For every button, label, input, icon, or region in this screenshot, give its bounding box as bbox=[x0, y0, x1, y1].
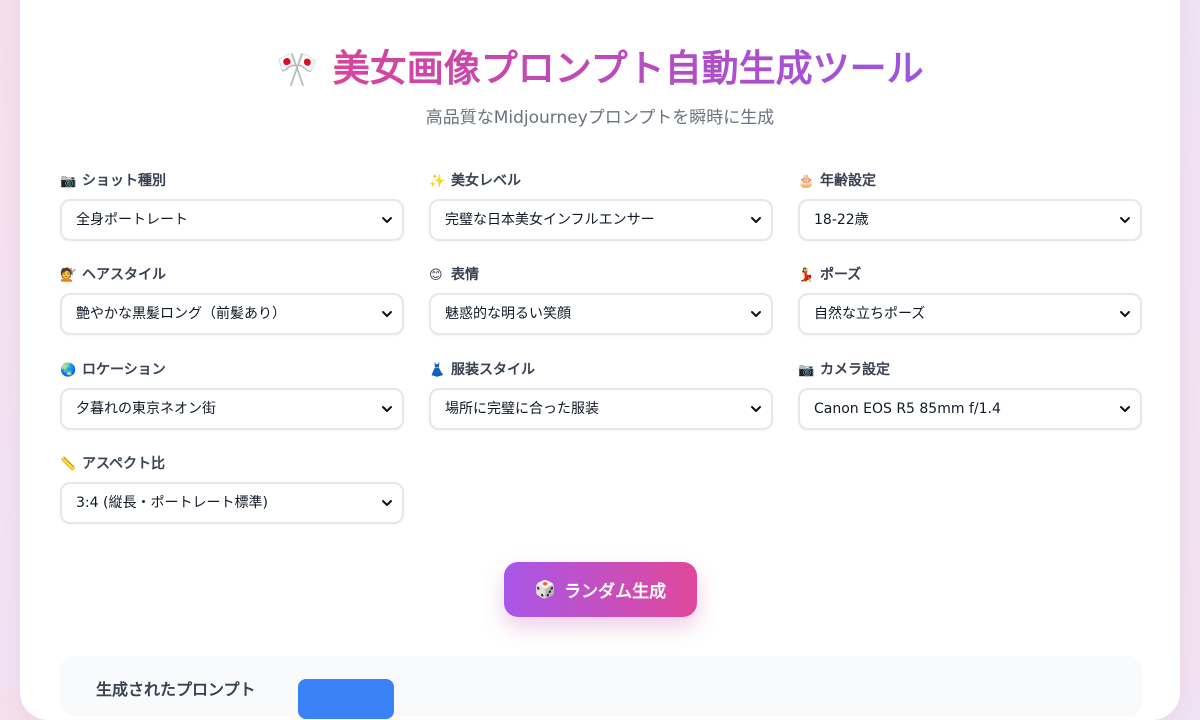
expression-select[interactable]: 魅惑的な明るい笑顔 bbox=[429, 293, 773, 335]
cake-icon: 🎂 bbox=[798, 174, 815, 189]
shot-type-select[interactable]: 全身ポートレート bbox=[60, 199, 404, 241]
field-location: 🌏 ロケーション 夕暮れの東京ネオン街 bbox=[60, 360, 404, 430]
beauty-level-select[interactable]: 完璧な日本美女インフルエンサー bbox=[429, 199, 773, 241]
location-select[interactable]: 夕暮れの東京ネオン街 bbox=[60, 388, 404, 430]
globe-icon: 🌏 bbox=[60, 363, 77, 378]
field-label: ✨ 美女レベル bbox=[429, 171, 773, 191]
output-title: 生成されたプロンプト bbox=[96, 680, 256, 699]
field-beauty-level: ✨ 美女レベル 完璧な日本美女インフルエンサー bbox=[429, 171, 773, 241]
chevron-down-icon bbox=[751, 217, 761, 223]
ruler-icon: 📏 bbox=[60, 457, 77, 472]
field-label: 🎂 年齢設定 bbox=[798, 171, 1142, 191]
copy-button[interactable] bbox=[298, 679, 394, 719]
field-pose: 💃 ポーズ 自然な立ちポーズ bbox=[798, 265, 1142, 335]
camera-icon: 📷 bbox=[798, 363, 815, 378]
haircut-icon: 💇 bbox=[60, 268, 77, 283]
field-label: 📷 カメラ設定 bbox=[798, 360, 1142, 380]
hairstyle-select[interactable]: 艶やかな黒髪ロング（前髪あり） bbox=[60, 293, 404, 335]
outfit-select[interactable]: 場所に完璧に合った服装 bbox=[429, 388, 773, 430]
aspect-ratio-select[interactable]: 3:4 (縦長・ポートレート標準) bbox=[60, 482, 404, 524]
random-generate-button[interactable]: 🎲 ランダム生成 bbox=[504, 562, 697, 617]
field-label: 💃 ポーズ bbox=[798, 265, 1142, 285]
pose-select[interactable]: 自然な立ちポーズ bbox=[798, 293, 1142, 335]
chevron-down-icon bbox=[382, 311, 392, 317]
field-label: 📷 ショット種別 bbox=[60, 171, 404, 191]
field-label: 📏 アスペクト比 bbox=[60, 454, 404, 474]
field-aspect-ratio: 📏 アスペクト比 3:4 (縦長・ポートレート標準) bbox=[60, 454, 404, 524]
page-subtitle: 高品質なMidjourneyプロンプトを瞬時に生成 bbox=[425, 108, 775, 128]
camera-select[interactable]: Canon EOS R5 85mm f/1.4 bbox=[798, 388, 1142, 430]
chevron-down-icon bbox=[751, 406, 761, 412]
chevron-down-icon bbox=[1120, 406, 1130, 412]
chevron-down-icon bbox=[382, 406, 392, 412]
field-label: 🌏 ロケーション bbox=[60, 360, 404, 380]
chevron-down-icon bbox=[751, 311, 761, 317]
smile-icon: 😊 bbox=[429, 268, 443, 283]
field-shot-type: 📷 ショット種別 全身ポートレート bbox=[60, 171, 404, 241]
dress-icon: 👗 bbox=[429, 363, 446, 378]
field-expression: 😊 表情 魅惑的な明るい笑顔 bbox=[429, 265, 773, 335]
chevron-down-icon bbox=[382, 217, 392, 223]
field-outfit: 👗 服装スタイル 場所に完璧に合った服装 bbox=[429, 360, 773, 430]
field-label: 😊 表情 bbox=[429, 265, 773, 285]
chevron-down-icon bbox=[1120, 217, 1130, 223]
dancer-icon: 💃 bbox=[798, 268, 815, 283]
chevron-down-icon bbox=[382, 500, 392, 506]
age-select[interactable]: 18-22歳 bbox=[798, 199, 1142, 241]
chevron-down-icon bbox=[1120, 311, 1130, 317]
sparkles-icon: ✨ bbox=[429, 174, 446, 189]
field-age: 🎂 年齢設定 18-22歳 bbox=[798, 171, 1142, 241]
field-label: 💇 ヘアスタイル bbox=[60, 265, 404, 285]
page-title: 🎌 美女画像プロンプト自動生成ツール bbox=[276, 47, 924, 90]
crossed-flags-icon: 🎌 bbox=[276, 50, 319, 90]
camera-icon: 📷 bbox=[60, 174, 77, 189]
dice-icon: 🎲 bbox=[534, 579, 557, 600]
field-camera: 📷 カメラ設定 Canon EOS R5 85mm f/1.4 bbox=[798, 360, 1142, 430]
field-label: 👗 服装スタイル bbox=[429, 360, 773, 380]
field-hairstyle: 💇 ヘアスタイル 艶やかな黒髪ロング（前髪あり） bbox=[60, 265, 404, 335]
